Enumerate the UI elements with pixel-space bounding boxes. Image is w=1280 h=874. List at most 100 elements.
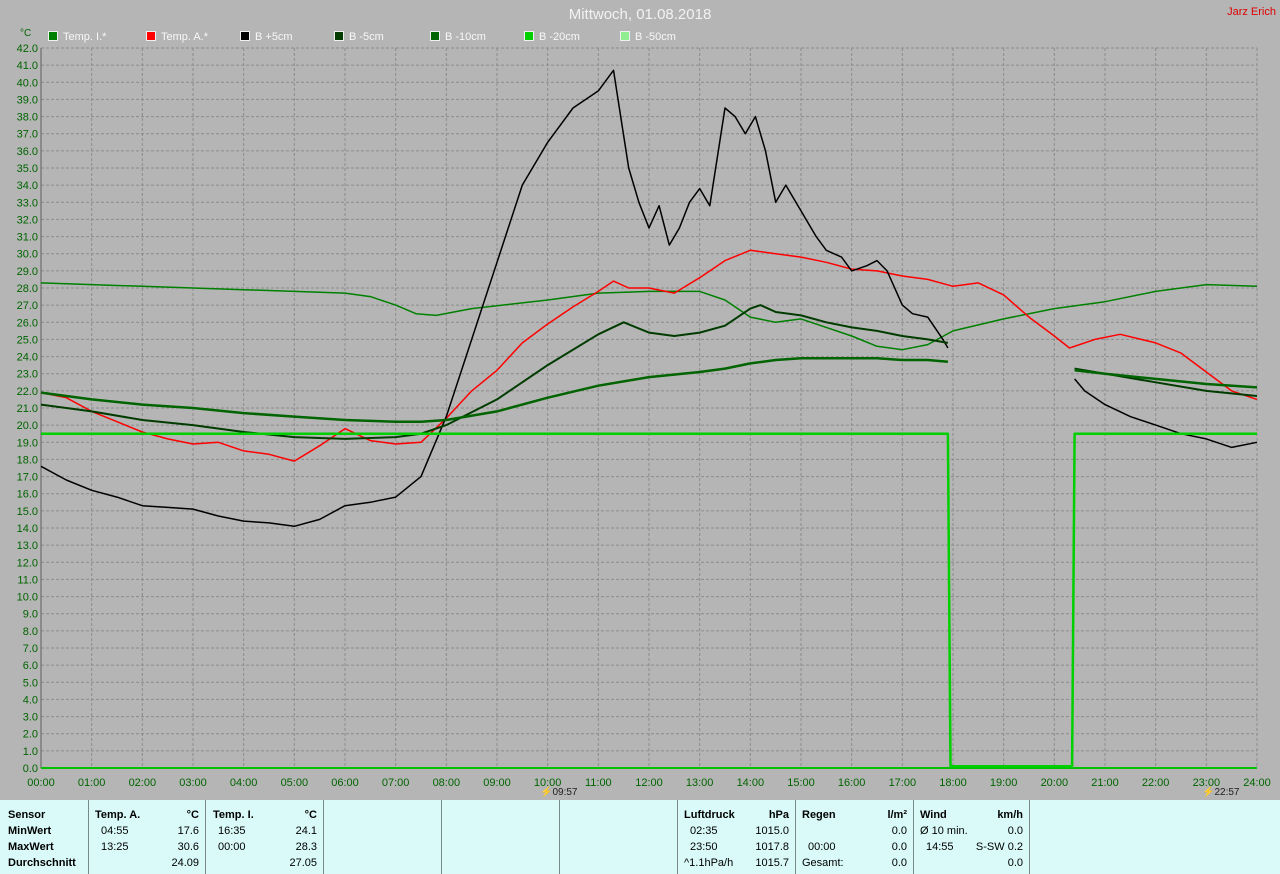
temp-a-header: Temp. A.: [95, 809, 141, 821]
y-tick-label: 19.0: [17, 437, 38, 449]
x-tick-label: 02:00: [129, 777, 157, 789]
statistics-panel: Sensor MinWert MaxWert Durchschnitt Temp…: [0, 800, 1280, 874]
x-tick-label: 06:00: [331, 777, 359, 789]
event-time: 09:57: [552, 787, 578, 798]
legend-swatch: [146, 31, 156, 41]
legend-label: B -10cm: [445, 31, 486, 43]
wind-unit: km/h: [997, 809, 1023, 821]
temp-a-unit: °C: [186, 809, 199, 821]
y-tick-label: 9.0: [23, 609, 38, 621]
temperature-chart: 0.0 1.0 2.0 3.0 4.0 5.0 6.0 7.0 8.0 9.0 10.0 11.0 12…: [17, 43, 1271, 789]
author-name: Jarz Erich: [1227, 6, 1276, 18]
temp-a-max-value: 30.6: [177, 841, 199, 853]
pressure-min-value: 1015.0: [755, 825, 789, 837]
y-tick-label: 0.0: [23, 763, 38, 775]
rain-total-label: Gesamt:: [802, 857, 844, 869]
y-tick-label: 15.0: [17, 506, 38, 518]
y-axis-ticks: 0.0 1.0 2.0 3.0 4.0 5.0 6.0 7.0 8.0 9.0 10.0 11.0 12…: [17, 43, 38, 775]
y-tick-label: 4.0: [23, 694, 38, 706]
legend-swatch: [524, 31, 534, 41]
pressure-max-value: 1017.8: [755, 841, 789, 853]
pressure-header: Luftdruck: [684, 809, 735, 821]
wind-avg-label: Ø 10 min.: [920, 825, 968, 837]
temp-i-max-value: 28.3: [295, 841, 317, 853]
x-tick-label: 18:00: [939, 777, 967, 789]
legend-item-temp-a[interactable]: Temp. A.*: [146, 31, 208, 43]
x-tick-label: 05:00: [281, 777, 309, 789]
max-label: MaxWert: [8, 841, 54, 853]
x-axis-ticks: 00:00 01:00 02:00 03:00 04:00 05:00 06:00 07:00…: [27, 777, 1271, 789]
y-tick-label: 40.0: [17, 77, 38, 89]
x-tick-label: 03:00: [179, 777, 207, 789]
y-tick-label: 6.0: [23, 660, 38, 672]
temp-a-column: Temp. A. °C 04:55 17.6 13:25 30.6 24.09: [89, 800, 206, 874]
legend-label: B -20cm: [539, 31, 580, 43]
x-tick-label: 19:00: [990, 777, 1018, 789]
x-tick-label: 01:00: [78, 777, 106, 789]
x-tick-label: 17:00: [889, 777, 917, 789]
legend-swatch: [240, 31, 250, 41]
legend-item-b-minus20[interactable]: B -20cm: [524, 31, 580, 43]
temp-i-min-time: 16:35: [218, 825, 246, 837]
temp-a-avg-value: 24.09: [171, 857, 199, 869]
y-tick-label: 20.0: [17, 420, 38, 432]
legend-swatch: [620, 31, 630, 41]
temp-a-min-value: 17.6: [177, 825, 199, 837]
legend-label: B +5cm: [255, 31, 293, 43]
y-tick-label: 27.0: [17, 300, 38, 312]
y-tick-label: 8.0: [23, 626, 38, 638]
chart-grid: [40, 47, 1258, 769]
x-tick-label: 15:00: [787, 777, 815, 789]
temp-a-max-time: 13:25: [101, 841, 129, 853]
avg-label: Durchschnitt: [8, 857, 76, 869]
rain-unit: l/m²: [887, 809, 907, 821]
rain-value-1: 0.0: [891, 825, 907, 837]
y-tick-label: 21.0: [17, 403, 38, 415]
x-tick-label: 20:00: [1041, 777, 1069, 789]
wind-max-time: 14:55: [926, 841, 954, 853]
y-tick-label: 13.0: [17, 540, 38, 552]
legend-item-b-minus10[interactable]: B -10cm: [430, 31, 486, 43]
y-tick-label: 41.0: [17, 60, 38, 72]
y-tick-label: 39.0: [17, 94, 38, 106]
pressure-trend-value: 1015.7: [755, 857, 789, 869]
temp-i-max-time: 00:00: [218, 841, 246, 853]
series-line-2: [40, 69, 949, 528]
legend-item-temp-i[interactable]: Temp. I.*: [48, 31, 106, 43]
temp-i-header: Temp. I.: [213, 809, 254, 821]
rain-column: Regen l/m² 0.0 00:00 0.0 Gesamt: 0.0: [796, 800, 914, 874]
legend-item-b-plus5[interactable]: B +5cm: [240, 31, 293, 43]
y-tick-label: 31.0: [17, 232, 38, 244]
y-tick-label: 2.0: [23, 729, 38, 741]
legend-label: Temp. I.*: [63, 31, 107, 43]
empty-column: [324, 800, 442, 874]
min-label: MinWert: [8, 825, 52, 837]
temp-a-min-time: 04:55: [101, 825, 129, 837]
y-tick-label: 38.0: [17, 112, 38, 124]
y-tick-label: 23.0: [17, 369, 38, 381]
legend-label: Temp. A.*: [161, 31, 209, 43]
legend-item-b-minus50[interactable]: B -50cm: [620, 31, 676, 43]
event-marker: ⚡22:57: [1202, 787, 1239, 798]
legend-label: B -50cm: [635, 31, 676, 43]
y-tick-label: 33.0: [17, 197, 38, 209]
y-tick-label: 5.0: [23, 677, 38, 689]
event-time: 22:57: [1214, 787, 1240, 798]
chart-title: Mittwoch, 01.08.2018: [568, 6, 712, 23]
rain-total-value: 0.0: [891, 857, 907, 869]
x-tick-label: 11:00: [585, 777, 612, 789]
pressure-trend: ^1.1hPa/h: [684, 857, 734, 869]
rain-value-2: 0.0: [891, 841, 907, 853]
y-axis-unit: °C: [20, 28, 32, 39]
x-tick-label: 12:00: [635, 777, 663, 789]
wind-avg-value: 0.0: [1007, 825, 1023, 837]
x-tick-label: 16:00: [838, 777, 866, 789]
legend-item-b-minus5[interactable]: B -5cm: [334, 31, 384, 43]
y-tick-label: 25.0: [17, 334, 38, 346]
event-marker: ⚡09:57: [540, 787, 577, 798]
y-tick-label: 32.0: [17, 214, 38, 226]
y-tick-label: 36.0: [17, 146, 38, 158]
wind-column: Wind km/h Ø 10 min. 0.0 14:55 S-SW 0.2 0…: [914, 800, 1030, 874]
empty-column: [442, 800, 560, 874]
empty-column: [560, 800, 678, 874]
